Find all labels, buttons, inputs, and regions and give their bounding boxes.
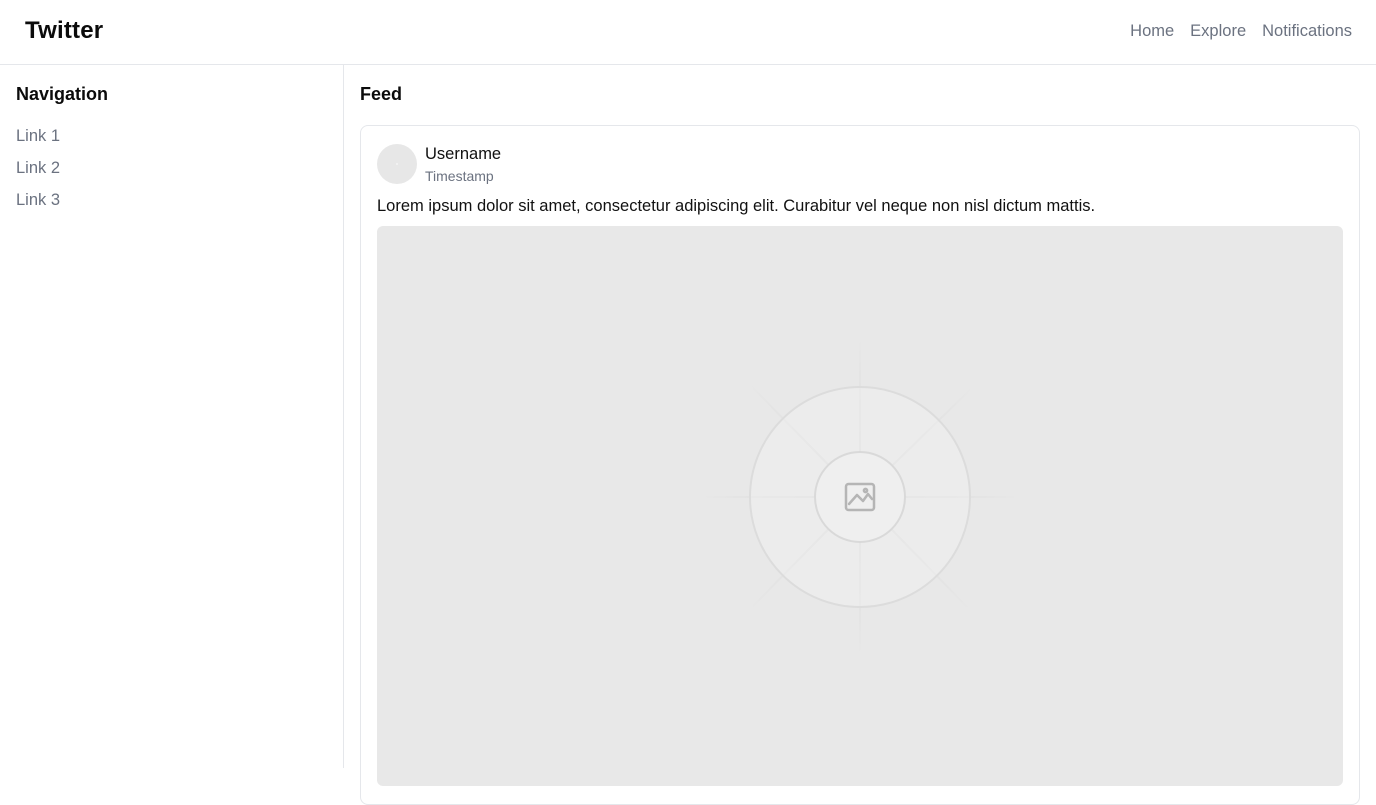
feed-title: Feed bbox=[360, 84, 403, 104]
post-text: Lorem ipsum dolor sit amet, consectetur … bbox=[377, 197, 1096, 215]
post-card: Username Timestamp Lorem ipsum dolor sit… bbox=[360, 125, 1360, 805]
sidebar-link-1[interactable]: Link 1 bbox=[16, 127, 60, 159]
post-media[interactable] bbox=[377, 226, 1343, 786]
top-bar: Twitter Home Explore Notifications bbox=[0, 0, 1376, 65]
nav-home-link[interactable]: Home bbox=[1130, 22, 1174, 41]
brand-logo[interactable]: Twitter bbox=[25, 17, 103, 45]
sidebar: Navigation Link 1 Link 2 Link 3 bbox=[0, 65, 344, 768]
top-nav: Home Explore Notifications bbox=[1130, 22, 1352, 41]
avatar[interactable] bbox=[377, 144, 417, 184]
nav-notifications-link[interactable]: Notifications bbox=[1262, 22, 1352, 41]
post-username[interactable]: Username bbox=[425, 145, 501, 164]
sidebar-title: Navigation bbox=[16, 84, 109, 104]
image-placeholder-icon bbox=[704, 341, 1018, 653]
sidebar-link-3[interactable]: Link 3 bbox=[16, 191, 60, 223]
post-timestamp: Timestamp bbox=[425, 168, 494, 184]
nav-explore-link[interactable]: Explore bbox=[1190, 22, 1246, 41]
sidebar-link-2[interactable]: Link 2 bbox=[16, 159, 60, 191]
main-content: Feed Username Timestamp Lorem ipsum dolo… bbox=[344, 65, 1376, 805]
sidebar-links: Link 1 Link 2 Link 3 bbox=[16, 127, 60, 223]
